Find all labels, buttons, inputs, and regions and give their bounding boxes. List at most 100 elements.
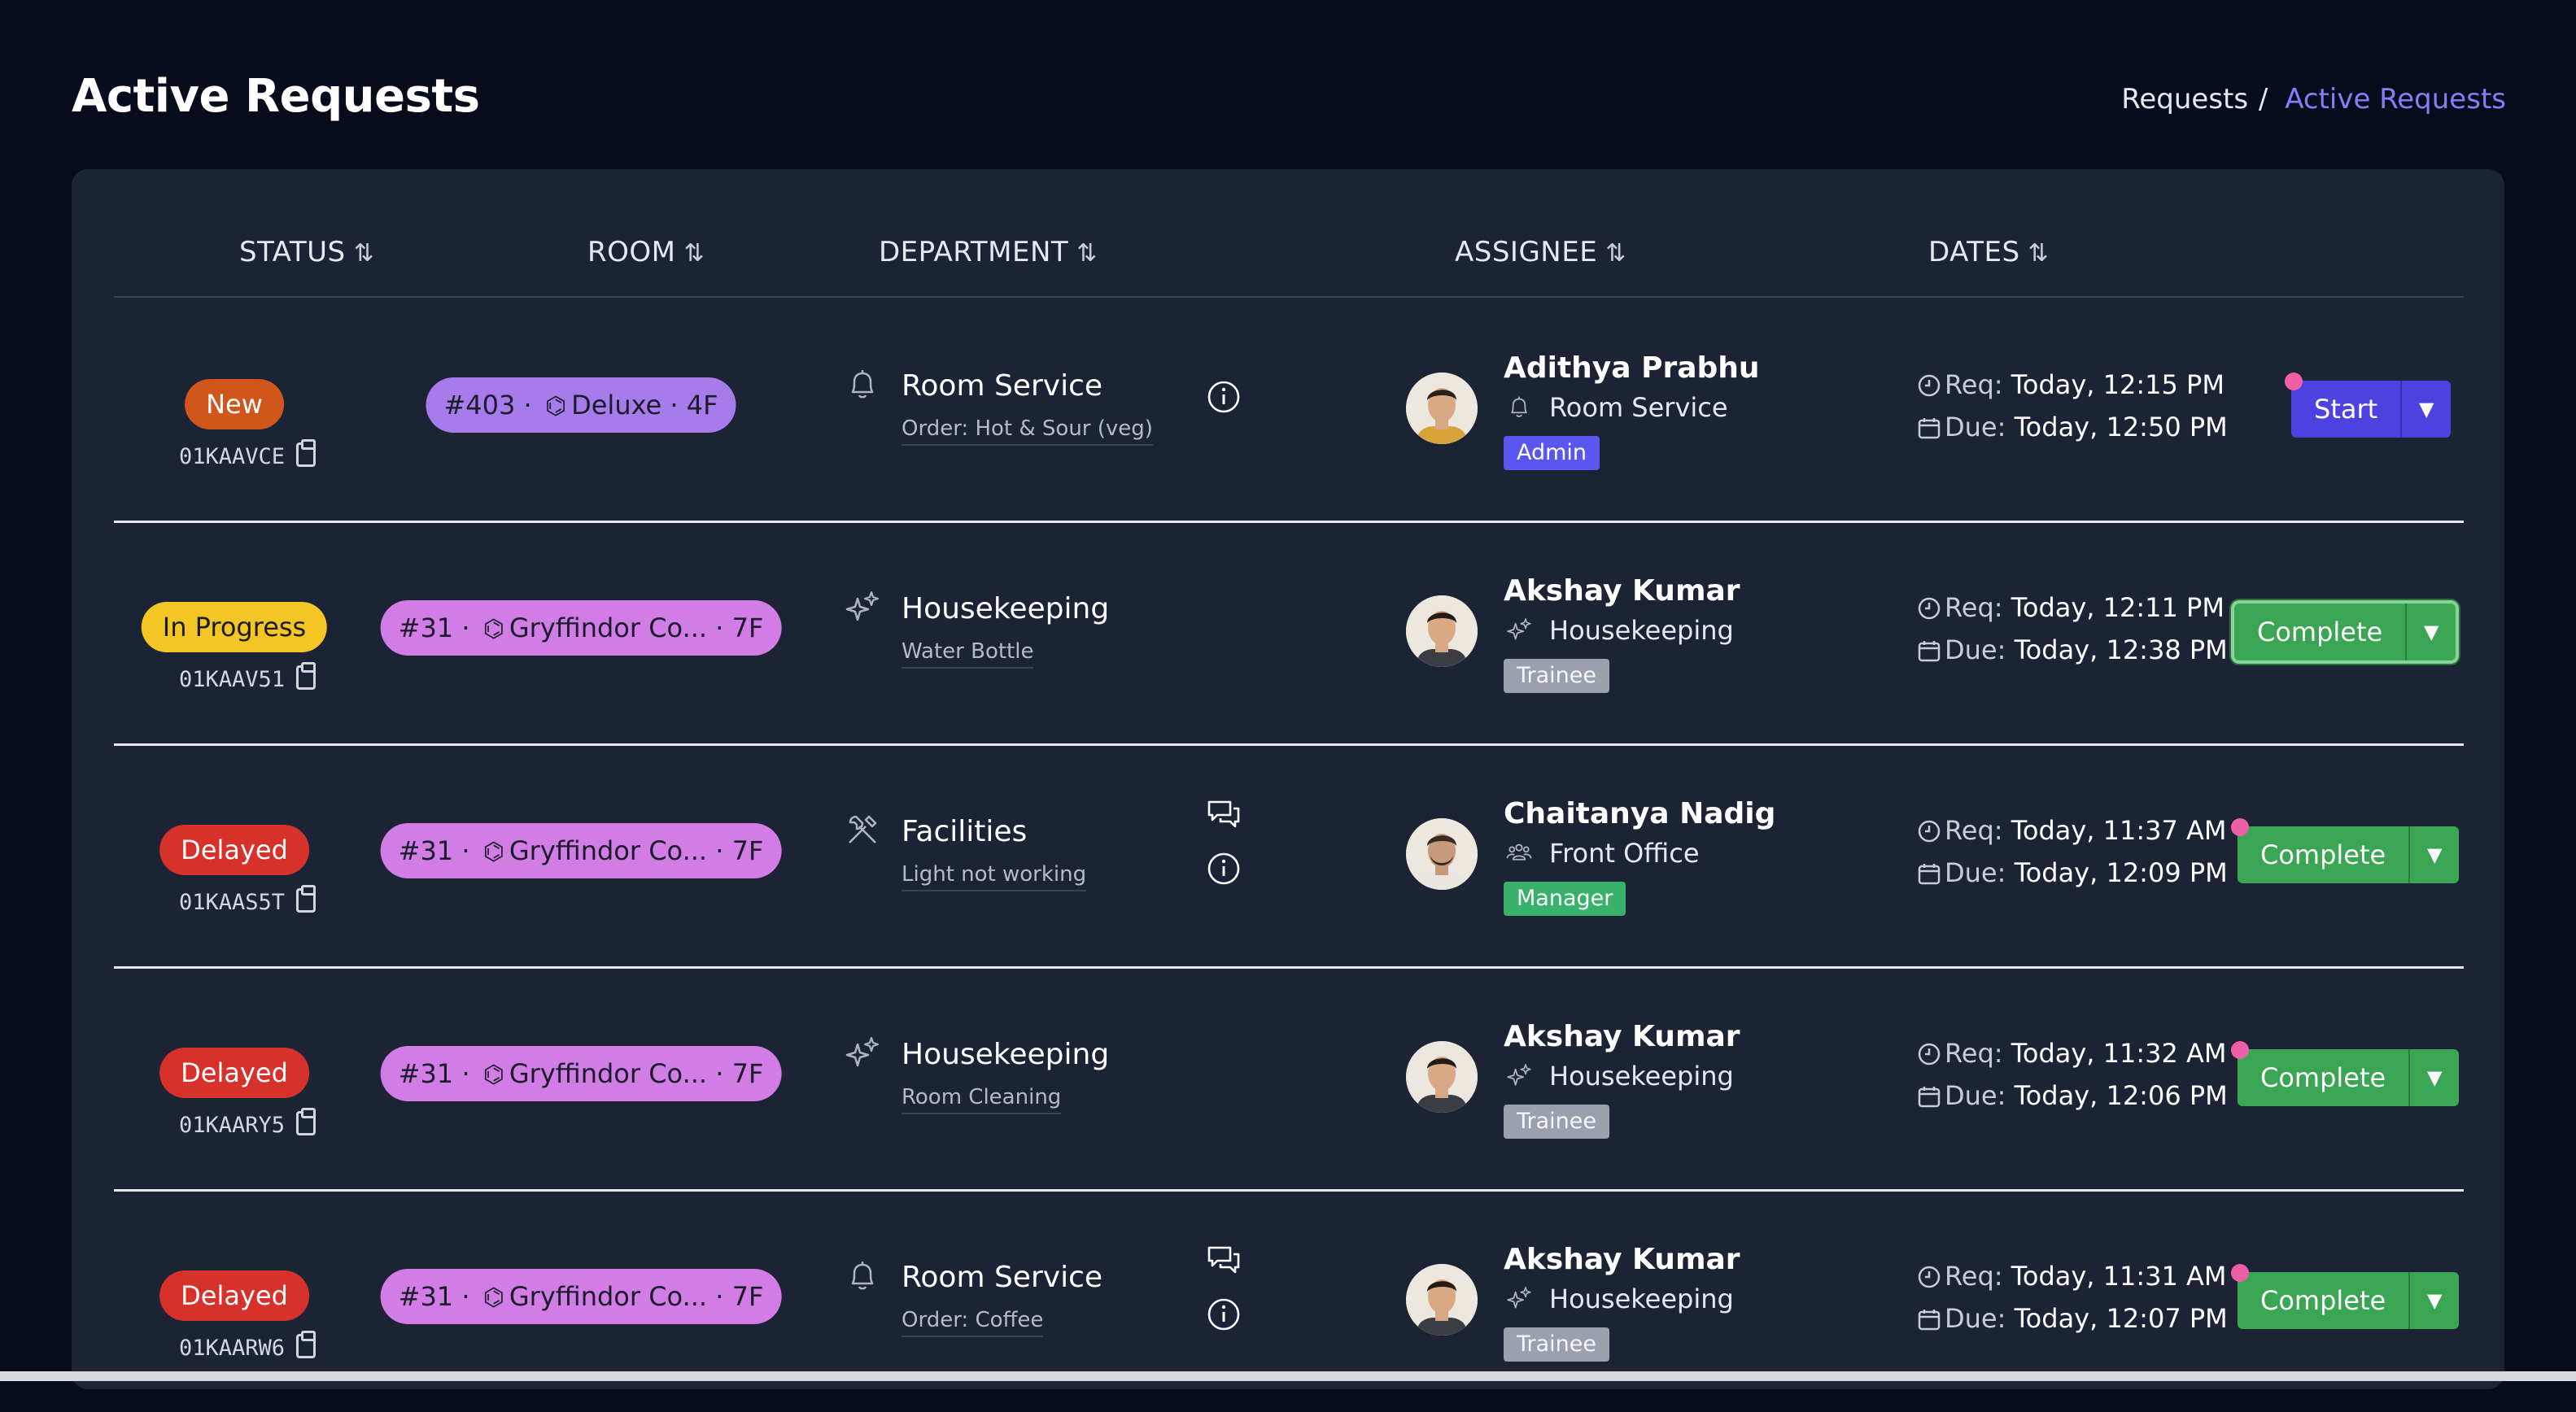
info-icon[interactable] (1206, 851, 1242, 887)
action-menu-caret-icon[interactable]: ▼ (2400, 381, 2451, 438)
column-header-status[interactable]: STATUS ⇅ (239, 236, 374, 268)
calendar-icon (1917, 638, 1941, 663)
room-type: Gryffindor Co... (509, 1058, 708, 1089)
request-id[interactable]: 01KAARY5 (178, 1108, 317, 1138)
action-menu-caret-icon[interactable]: ▼ (2408, 826, 2459, 883)
room-badge[interactable]: #31 · ⌬ Gryffindor Co... · 7F (380, 600, 782, 656)
sort-icon[interactable]: ⇅ (354, 239, 375, 268)
assignee-department-text: Housekeeping (1549, 1283, 1734, 1314)
due-label: Due: (1945, 412, 2006, 442)
calendar-icon (1917, 1307, 1941, 1331)
assignee-name: Akshay Kumar (1504, 574, 1740, 608)
tools-icon (845, 812, 880, 848)
breadcrumb-parent[interactable]: Requests (2121, 83, 2248, 115)
room-badge[interactable]: #31 · ⌬ Gryffindor Co... · 7F (380, 823, 782, 878)
role-badge: Trainee (1504, 1327, 1610, 1362)
separator-dot: · (461, 1281, 470, 1312)
action-button[interactable]: Start (2291, 381, 2400, 438)
request-id[interactable]: 01KAAS5T (179, 885, 317, 915)
due-label: Due: (1945, 857, 2006, 888)
separator-dot: · (523, 390, 532, 421)
room-type: Gryffindor Co... (509, 1281, 708, 1312)
request-id[interactable]: 01KAAV51 (179, 662, 317, 692)
request-detail: Order: Coffee (902, 1308, 1044, 1337)
tag-icon: ⌬ (482, 1283, 504, 1312)
separator-dot: · (461, 835, 470, 866)
room-number: #31 (398, 835, 454, 866)
column-header-dates[interactable]: DATES ⇅ (1928, 236, 2049, 268)
room-badge[interactable]: #403 · ⌬ Deluxe · 4F (426, 377, 736, 433)
notification-dot (2231, 1264, 2249, 1282)
due-value: Today, 12:50 PM (2014, 412, 2228, 442)
requested-date: Req: Today, 11:32 AM (1917, 1038, 2227, 1069)
action-menu-caret-icon[interactable]: ▼ (2405, 604, 2456, 660)
due-date: Due: Today, 12:07 PM (1917, 1303, 2228, 1334)
clipboard-icon[interactable] (296, 885, 317, 913)
table-header: STATUS ⇅ ROOM ⇅ DEPARTMENT ⇅ ASSIGNEE ⇅ DATE… (114, 169, 2464, 298)
assignee-department-text: Housekeeping (1549, 615, 1734, 646)
room-floor: 7F (731, 835, 764, 866)
req-label: Req: (1945, 1038, 2003, 1069)
column-label: ROOM (587, 236, 676, 268)
action-menu-caret-icon[interactable]: ▼ (2408, 1049, 2459, 1106)
action-button[interactable]: Complete (2234, 604, 2405, 660)
sort-icon[interactable]: ⇅ (2028, 239, 2050, 268)
info-icon[interactable] (1206, 379, 1242, 415)
clipboard-icon[interactable] (296, 662, 317, 690)
req-label: Req: (1945, 592, 2003, 623)
sparkles-icon (1504, 1283, 1535, 1314)
room-number: #31 (398, 1058, 454, 1089)
sparkles-icon (845, 1035, 880, 1070)
status-badge: Delayed (159, 1270, 309, 1321)
assignee-department-text: Housekeeping (1549, 1061, 1734, 1092)
request-id-text: 01KAAVCE (178, 444, 286, 469)
request-id[interactable]: 01KAARW6 (179, 1331, 317, 1361)
column-header-assignee[interactable]: ASSIGNEE ⇅ (1455, 236, 1626, 268)
column-header-room[interactable]: ROOM ⇅ (587, 236, 705, 268)
sort-icon[interactable]: ⇅ (1076, 239, 1098, 268)
sort-icon[interactable]: ⇅ (683, 239, 705, 268)
request-detail: Light not working (902, 862, 1087, 891)
sort-icon[interactable]: ⇅ (1605, 239, 1626, 268)
assignee-name: Akshay Kumar (1504, 1243, 1740, 1276)
department-name: Housekeeping (902, 1038, 1110, 1071)
action-menu-caret-icon[interactable]: ▼ (2408, 1272, 2459, 1329)
request-id[interactable]: 01KAAVCE (178, 439, 317, 469)
room-badge[interactable]: #31 · ⌬ Gryffindor Co... · 7F (380, 1269, 782, 1324)
room-badge[interactable]: #31 · ⌬ Gryffindor Co... · 7F (380, 1046, 782, 1101)
avatar (1406, 595, 1478, 667)
action-button[interactable]: Complete (2238, 1272, 2408, 1329)
due-label: Due: (1945, 1080, 2006, 1111)
request-id-text: 01KAARY5 (178, 1113, 286, 1138)
calendar-icon (1917, 416, 1941, 440)
info-icon[interactable] (1206, 1297, 1242, 1332)
room-number: #31 (398, 612, 454, 643)
role-badge: Trainee (1504, 1105, 1610, 1139)
clock-icon (1917, 1042, 1941, 1066)
breadcrumb-current[interactable]: Active Requests (2285, 83, 2506, 115)
column-header-department[interactable]: DEPARTMENT ⇅ (879, 236, 1098, 268)
action-button[interactable]: Complete (2238, 826, 2408, 883)
page-title: Active Requests (72, 70, 480, 123)
separator-dot: · (715, 835, 724, 866)
clipboard-icon[interactable] (296, 1108, 317, 1135)
action-button[interactable]: Complete (2238, 1049, 2408, 1106)
action-button-group: Complete ▼ (2238, 1049, 2460, 1106)
due-value: Today, 12:07 PM (2014, 1303, 2228, 1334)
clipboard-icon[interactable] (296, 439, 317, 467)
separator-dot: · (715, 612, 724, 643)
chat-icon[interactable] (1206, 797, 1242, 833)
room-floor: 7F (731, 1281, 764, 1312)
chat-icon[interactable] (1206, 1243, 1242, 1279)
clock-icon (1917, 373, 1941, 398)
status-badge: New (185, 379, 284, 429)
clipboard-icon[interactable] (296, 1331, 317, 1358)
request-detail: Room Cleaning (902, 1085, 1062, 1114)
breadcrumb: Requests / Active Requests (2121, 83, 2506, 115)
req-label: Req: (1945, 1261, 2003, 1292)
horizontal-scrollbar[interactable] (0, 1371, 2576, 1381)
department-name: Facilities (902, 815, 1028, 848)
room-type: Gryffindor Co... (509, 612, 708, 643)
assignee-department: Housekeeping (1504, 1283, 1734, 1314)
requested-date: Req: Today, 11:37 AM (1917, 815, 2227, 846)
